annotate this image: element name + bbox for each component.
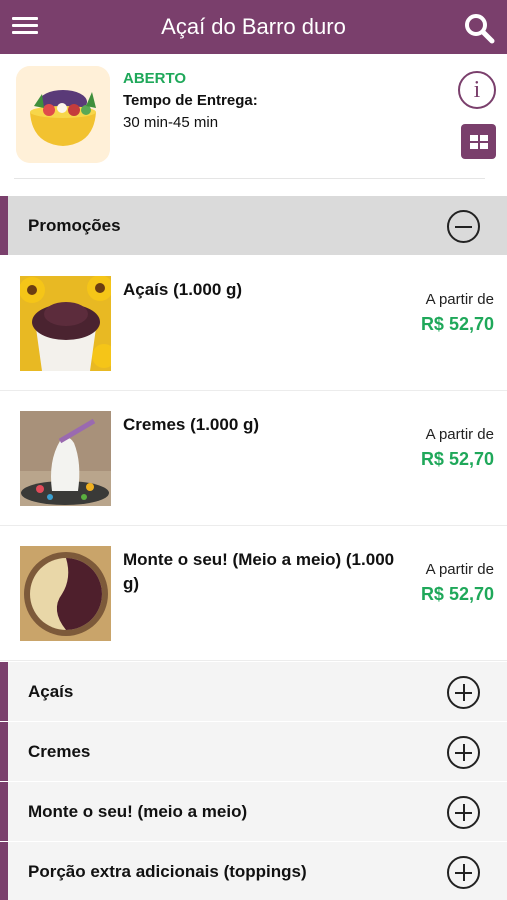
category-label: Cremes: [28, 742, 91, 761]
category-header-meio-a-meio[interactable]: Monte o seu! (meio a meio): [0, 782, 507, 842]
product-name: Cremes (1.000 g): [123, 415, 260, 434]
product-price: R$ 52,70: [420, 314, 494, 334]
store-status: ABERTO: [123, 70, 187, 87]
page-title: Açaí do Barro duro: [161, 14, 346, 39]
expand-icon[interactable]: [447, 736, 480, 769]
price-from-label: A partir de: [425, 291, 494, 308]
category-accent-bar: [0, 196, 8, 255]
product-image-meio-a-meio: [20, 546, 111, 641]
delivery-time-label: Tempo de Entrega:: [123, 92, 258, 109]
category-accent-bar: [0, 842, 8, 900]
category-accent-bar: [0, 782, 8, 841]
category-accent-bar: [0, 722, 8, 781]
store-logo: [16, 66, 110, 163]
category-header-acais[interactable]: Açaís: [0, 662, 507, 722]
price-from-label: A partir de: [425, 561, 494, 578]
product-price: R$ 52,70: [420, 449, 494, 469]
product-name: Monte o seu! (Meio a meio) (1.000 g): [123, 550, 395, 593]
product-item-cremes[interactable]: Cremes (1.000 g) A partir de R$ 52,70: [0, 391, 507, 526]
collapse-icon[interactable]: [447, 210, 480, 243]
product-name: Açaís (1.000 g): [123, 280, 243, 299]
product-image-cremes: [20, 411, 111, 506]
category-accent-bar: [0, 662, 8, 721]
product-price: R$ 52,70: [420, 584, 494, 604]
app-header: Açaí do Barro duro: [0, 0, 507, 54]
product-item-monte-o-seu[interactable]: Monte o seu! (Meio a meio) (1.000 g) A p…: [0, 526, 507, 661]
info-icon[interactable]: i: [458, 71, 496, 109]
category-label: Monte o seu! (meio a meio): [28, 802, 248, 821]
category-header-toppings[interactable]: Porção extra adicionais (toppings): [0, 842, 507, 900]
category-header-cremes[interactable]: Cremes: [0, 722, 507, 782]
category-label: Promoções: [28, 216, 121, 235]
store-info: ABERTO Tempo de Entrega: 30 min-45 min i: [0, 54, 507, 196]
product-image-acai: [20, 276, 111, 371]
search-icon[interactable]: [463, 12, 495, 44]
expand-icon[interactable]: [447, 796, 480, 829]
delivery-time-value: 30 min-45 min: [123, 114, 219, 131]
price-from-label: A partir de: [425, 426, 494, 443]
expand-icon[interactable]: [447, 676, 480, 709]
category-label: Porção extra adicionais (toppings): [28, 862, 307, 881]
grid-view-icon[interactable]: [461, 124, 496, 159]
product-item-acais[interactable]: Açaís (1.000 g) A partir de R$ 52,70: [0, 256, 507, 391]
expand-icon[interactable]: [447, 856, 480, 889]
category-header-promocoes[interactable]: Promoções: [0, 196, 507, 256]
hamburger-menu-icon[interactable]: [12, 14, 38, 40]
divider: [14, 178, 485, 179]
category-label: Açaís: [28, 682, 74, 701]
